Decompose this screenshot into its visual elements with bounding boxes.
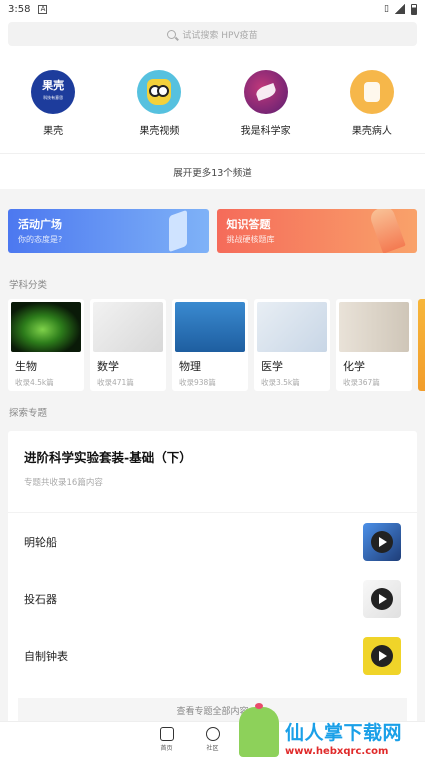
play-icon <box>371 644 393 667</box>
nav-home[interactable]: 首页 <box>154 722 180 757</box>
signal-icon <box>395 4 405 14</box>
app-screen: 3:58 A ▯ 试试搜索 HPV疫苗 果壳 科技有意思 果壳 果壳视频 我是科… <box>0 0 425 757</box>
subject-card-chemistry[interactable]: 化学 收录367篇 <box>336 299 412 391</box>
subject-list: 生物 收录4.5k篇 数学 收录471篇 物理 收录938篇 医学 收录3.5k… <box>0 299 425 391</box>
channel-guokr[interactable]: 果壳 科技有意思 果壳 <box>8 70 98 137</box>
subject-image <box>339 302 409 352</box>
search-input[interactable]: 试试搜索 HPV疫苗 <box>8 22 417 46</box>
nav-label: 首页 <box>160 745 173 752</box>
flag-icon <box>168 209 187 253</box>
subject-name: 物理 <box>179 360 201 373</box>
channel-label: 果壳视频 <box>139 126 180 137</box>
subject-card-biology[interactable]: 生物 收录4.5k篇 <box>8 299 84 391</box>
topic-item-label: 自制钟表 <box>24 649 68 663</box>
topic-item-catapult[interactable]: 投石器 <box>24 570 401 627</box>
owl-icon <box>137 70 182 114</box>
guokr-logo-icon: 果壳 科技有意思 <box>31 70 76 114</box>
banner-row: 活动广场 你的态度是? 知识答题 挑战硬核题库 <box>0 189 425 263</box>
channel-label: 我是科学家 <box>240 126 291 137</box>
video-thumbnail[interactable] <box>363 522 401 561</box>
channel-guokr-video[interactable]: 果壳视频 <box>114 70 204 137</box>
expand-more-channels-button[interactable]: 展开更多13个频道 <box>0 153 425 189</box>
channel-label: 果壳 <box>43 126 64 137</box>
play-icon <box>371 530 393 553</box>
channel-grid: 果壳 科技有意思 果壳 果壳视频 我是科学家 果壳病人 <box>0 58 425 153</box>
subject-name: 化学 <box>343 360 365 373</box>
video-thumbnail[interactable] <box>363 579 401 618</box>
subject-count: 收录4.5k篇 <box>15 378 54 387</box>
topic-subtitle: 专题共收录16篇内容 <box>24 478 103 488</box>
topic-title[interactable]: 进阶科学实验套装-基础（下） <box>24 447 401 466</box>
watermark-text: 仙人掌下载网 www.hebxqrc.com <box>285 718 403 757</box>
banner-activity-square[interactable]: 活动广场 你的态度是? <box>8 209 209 253</box>
subject-image <box>175 302 245 352</box>
home-icon <box>159 727 174 741</box>
subject-image <box>93 302 163 352</box>
guokr-logo-text: 果壳 <box>42 79 65 92</box>
topic-section-title: 探索专题 <box>9 408 48 419</box>
status-bar: 3:58 A ▯ <box>0 0 425 18</box>
video-thumbnail[interactable] <box>363 636 401 675</box>
subject-count: 收录3.5k篇 <box>261 378 300 387</box>
community-icon <box>205 727 220 741</box>
watermark-title: 仙人掌下载网 <box>285 722 403 744</box>
battery-icon <box>411 3 417 15</box>
search-bar-container: 试试搜索 HPV疫苗 <box>0 18 425 58</box>
banner-knowledge-quiz[interactable]: 知识答题 挑战硬核题库 <box>216 209 417 253</box>
subject-image <box>257 302 327 352</box>
subject-card-math[interactable]: 数学 收录471篇 <box>90 299 166 391</box>
nav-community[interactable]: 社区 <box>200 722 226 757</box>
search-icon <box>167 29 177 39</box>
cactus-logo-icon <box>239 703 279 757</box>
topic-item-label: 明轮船 <box>24 535 57 549</box>
subject-count: 收录471篇 <box>97 378 134 387</box>
subject-count: 收录367篇 <box>343 378 380 387</box>
patient-icon <box>349 70 394 114</box>
search-placeholder: 试试搜索 HPV疫苗 <box>182 30 258 41</box>
subject-card-physics[interactable]: 物理 收录938篇 <box>172 299 248 391</box>
subject-card-partial[interactable] <box>418 299 425 391</box>
topic-card: 进阶科学实验套装-基础（下） 专题共收录16篇内容 明轮船 投石器 自制钟表 查… <box>8 431 417 731</box>
subject-count: 收录938篇 <box>179 378 216 387</box>
subject-name: 数学 <box>97 360 119 373</box>
channel-guokr-patient[interactable]: 果壳病人 <box>327 70 417 137</box>
channel-label: 果壳病人 <box>351 126 392 137</box>
watermark: 仙人掌下载网 www.hebxqrc.com <box>235 697 425 757</box>
guokr-logo-subtext: 科技有意思 <box>43 95 64 100</box>
status-time: 3:58 <box>8 3 31 15</box>
notification-icon: A <box>38 4 48 14</box>
topic-item-paddle-boat[interactable]: 明轮船 <box>24 513 401 570</box>
vibrate-icon: ▯ <box>384 4 389 14</box>
subject-section-title: 学科分类 <box>9 280 48 291</box>
topic-item-diy-clock[interactable]: 自制钟表 <box>24 627 401 684</box>
scientist-icon <box>243 70 288 114</box>
play-icon <box>371 587 393 610</box>
subject-name: 医学 <box>261 360 283 373</box>
subject-card-medicine[interactable]: 医学 收录3.5k篇 <box>254 299 330 391</box>
topic-item-label: 投石器 <box>24 592 57 606</box>
watermark-url: www.hebxqrc.com <box>285 746 403 757</box>
subject-image <box>11 302 81 352</box>
channel-i-am-scientist[interactable]: 我是科学家 <box>221 70 311 137</box>
status-icons: ▯ <box>384 3 417 15</box>
nav-label: 社区 <box>206 745 219 752</box>
subject-name: 生物 <box>15 360 37 373</box>
